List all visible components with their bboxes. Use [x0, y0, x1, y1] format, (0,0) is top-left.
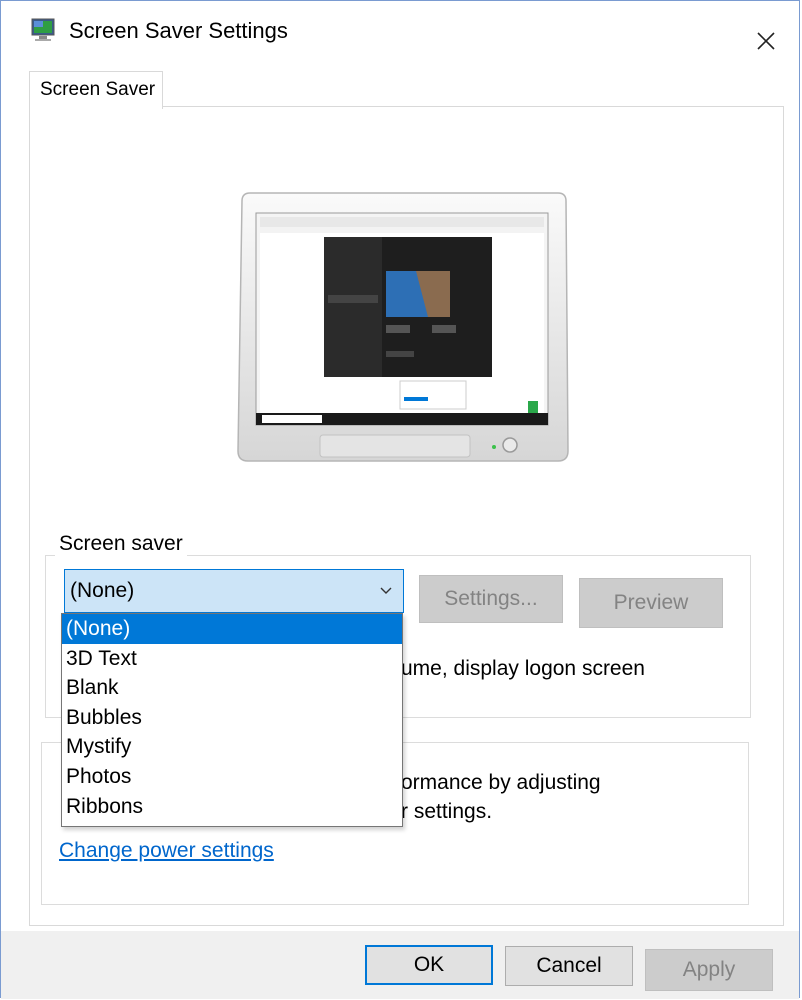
screen-saver-select[interactable]: (None)	[64, 569, 404, 613]
ok-button[interactable]: OK	[365, 945, 493, 985]
dropdown-option-blank[interactable]: Blank	[62, 673, 402, 703]
dropdown-option-photos[interactable]: Photos	[62, 762, 402, 792]
settings-button[interactable]: Settings...	[419, 575, 563, 623]
cancel-button[interactable]: Cancel	[505, 946, 633, 986]
dropdown-option-none[interactable]: (None)	[62, 614, 402, 644]
title-bar: Screen Saver Settings	[1, 1, 799, 67]
dropdown-option-mystify[interactable]: Mystify	[62, 732, 402, 762]
monitor-preview-image	[237, 192, 569, 462]
window-title: Screen Saver Settings	[69, 18, 288, 43]
tab-screen-saver[interactable]: Screen Saver	[29, 71, 163, 109]
dropdown-option-3d-text[interactable]: 3D Text	[62, 644, 402, 674]
change-power-settings-link[interactable]: Change power settings	[59, 839, 274, 863]
screen-saver-monitor-icon	[31, 18, 55, 41]
close-button[interactable]	[741, 19, 791, 63]
dropdown-option-bubbles[interactable]: Bubbles	[62, 703, 402, 733]
power-description-line2: r settings.	[401, 800, 493, 823]
preview-button[interactable]: Preview	[579, 578, 723, 628]
screen-saver-dropdown-list: (None) 3D Text Blank Bubbles Mystify Pho…	[61, 613, 403, 827]
on-resume-label-fragment: ume, display logon screen	[401, 657, 645, 680]
screen-saver-settings-dialog: Screen Saver Settings Screen Saver Scree…	[0, 0, 800, 999]
tab-strip: Screen Saver	[1, 67, 799, 109]
apply-button[interactable]: Apply	[645, 949, 773, 991]
close-icon	[757, 32, 775, 50]
screen-saver-selected-value: (None)	[70, 579, 135, 602]
power-description-line1: ormance by adjusting	[401, 771, 601, 794]
dropdown-option-ribbons[interactable]: Ribbons	[62, 792, 402, 822]
screen-saver-group-label: Screen saver	[55, 532, 187, 556]
chevron-down-icon	[380, 587, 392, 594]
